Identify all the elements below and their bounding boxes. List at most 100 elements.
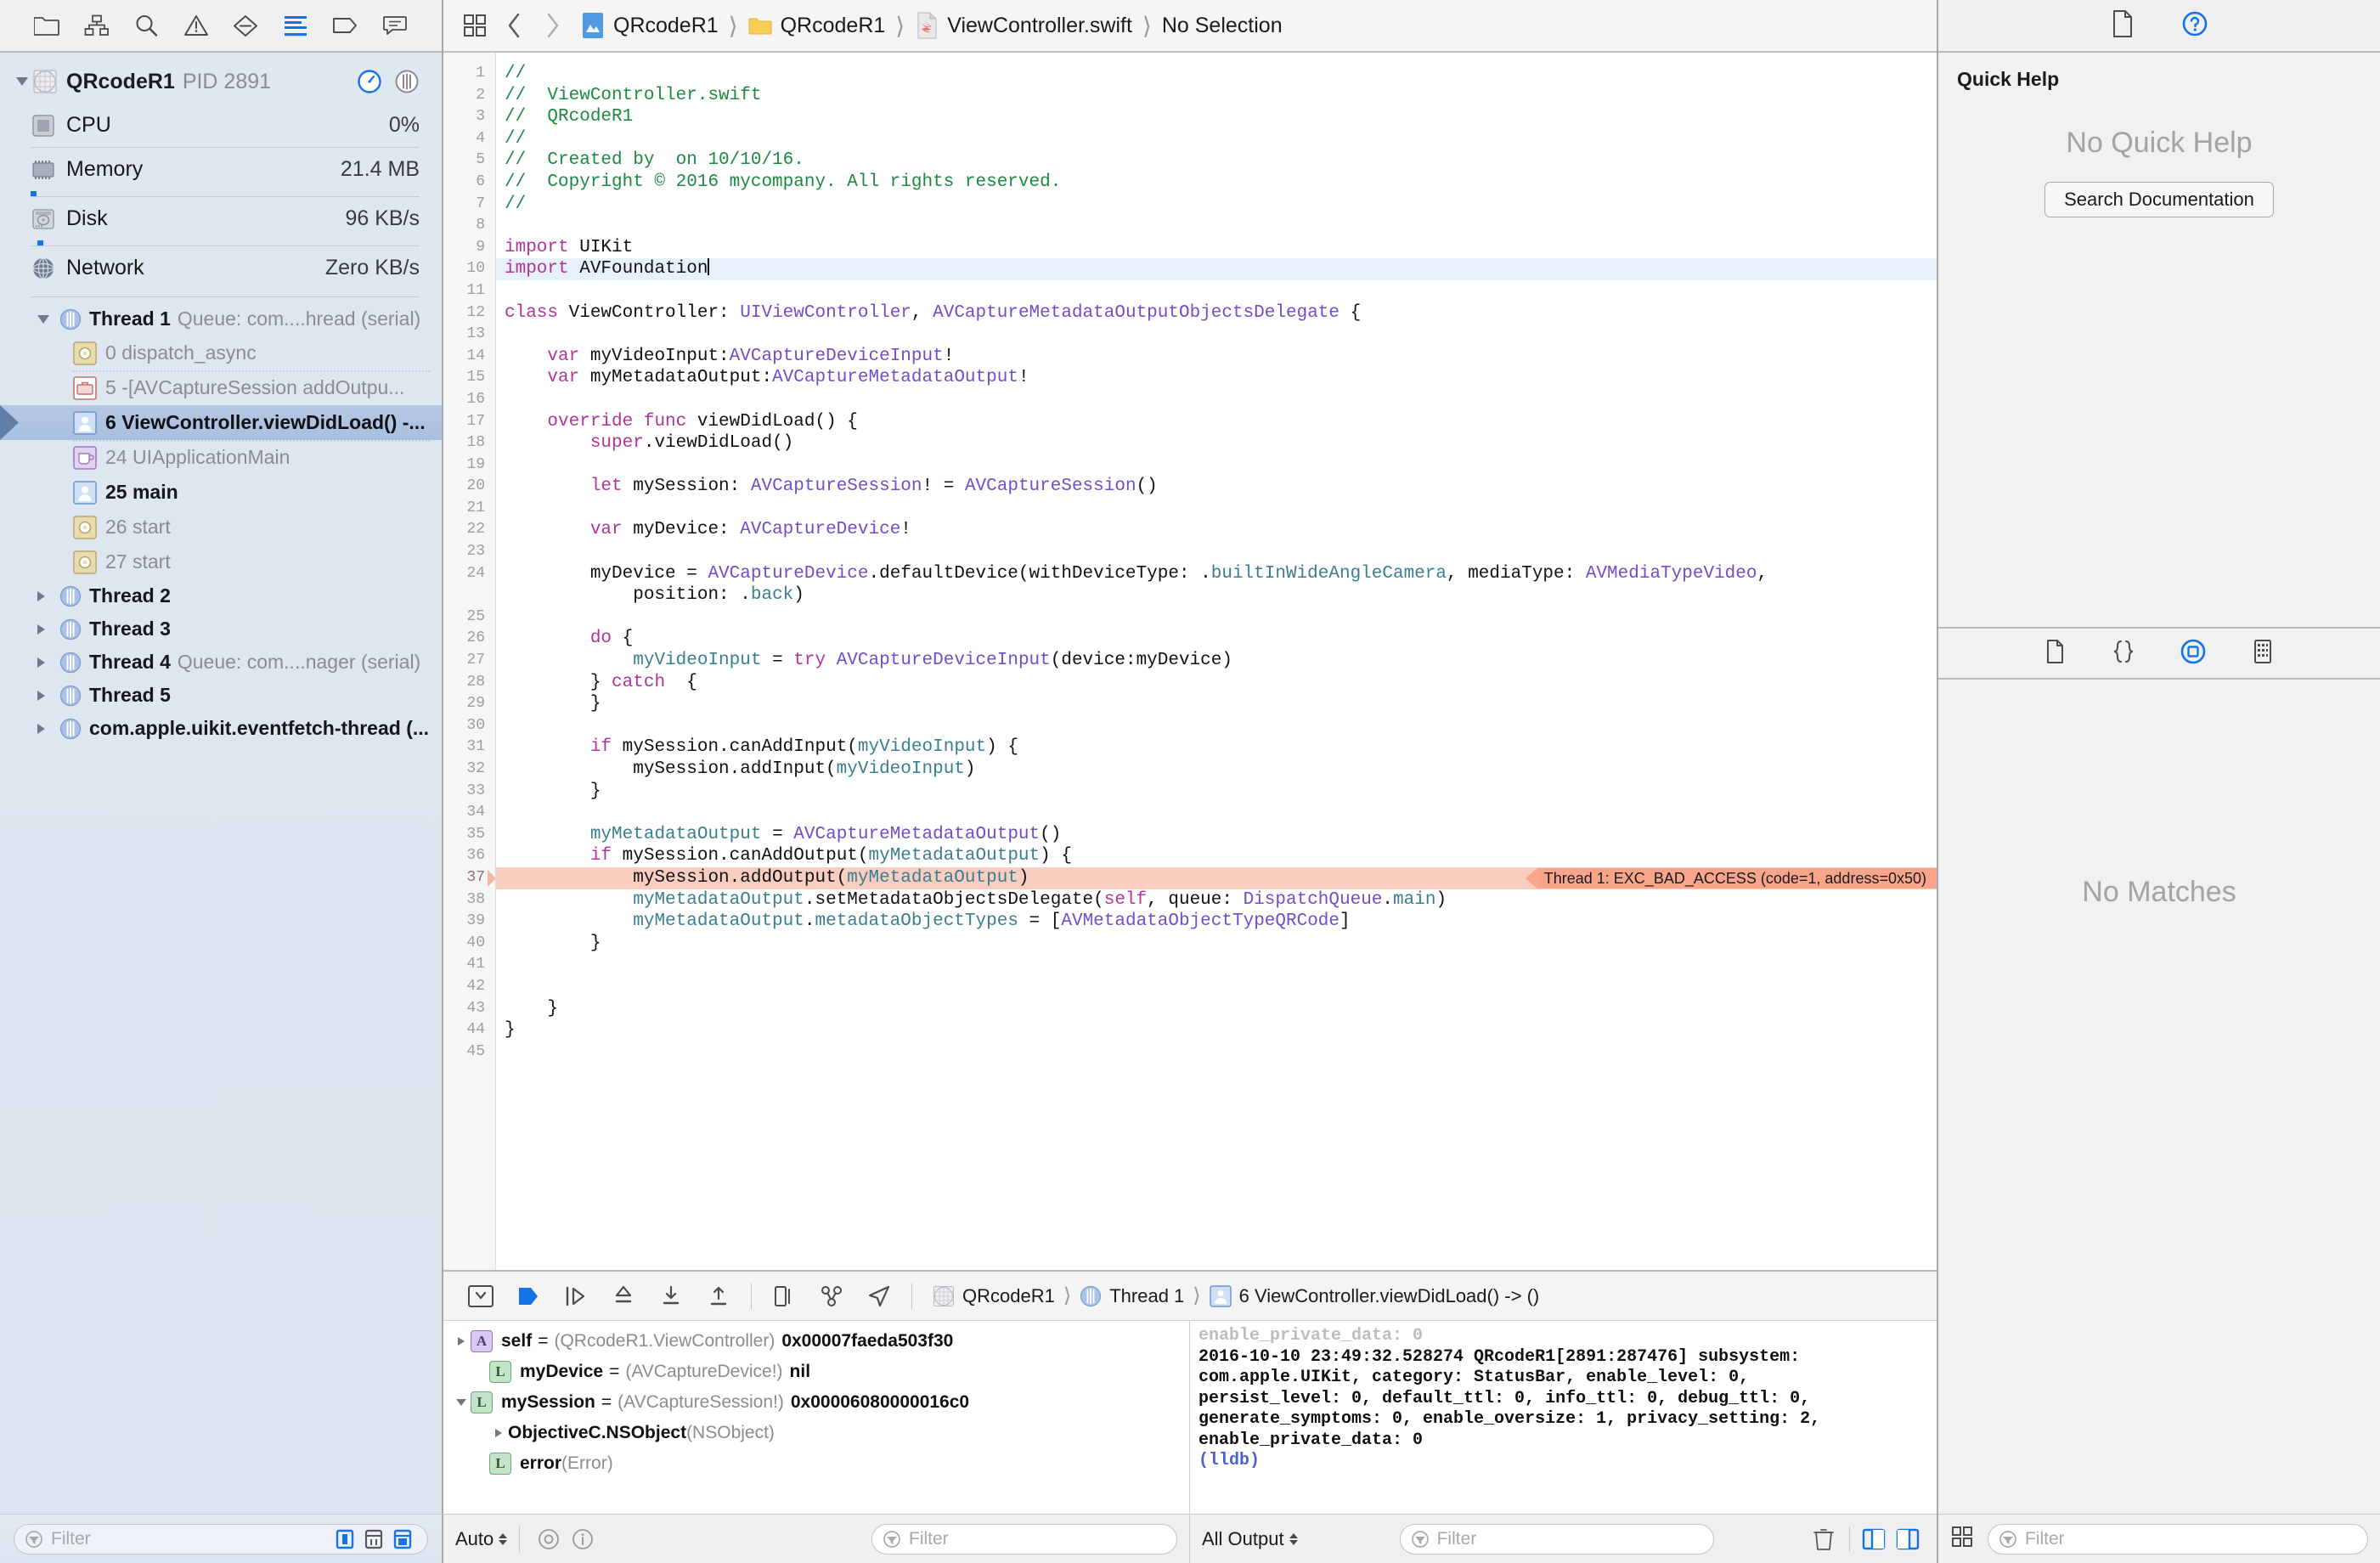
related-items-icon[interactable] — [455, 6, 494, 45]
hierarchy-icon[interactable] — [78, 8, 116, 42]
code-line[interactable]: var myDevice: AVCaptureDevice! — [496, 519, 1937, 541]
breadcrumb-folder[interactable]: QRcodeR1 — [748, 12, 885, 39]
quick-help-inspector-icon[interactable] — [2181, 10, 2208, 42]
step-over-icon[interactable] — [552, 1276, 600, 1317]
line-number[interactable]: 10 — [443, 258, 495, 280]
show-console-icon[interactable] — [1891, 1519, 1925, 1560]
line-number[interactable]: 14 — [443, 346, 495, 368]
step-out-icon[interactable] — [647, 1276, 695, 1317]
variable-disclosure-triangle[interactable] — [489, 1429, 508, 1437]
file-inspector-icon[interactable] — [2110, 9, 2135, 42]
debug-list-icon[interactable] — [277, 8, 314, 42]
line-number[interactable]: 4 — [443, 128, 495, 150]
view-debugging-icon[interactable] — [760, 1276, 808, 1317]
code-line[interactable] — [496, 498, 1937, 520]
hide-debug-area-icon[interactable] — [457, 1276, 505, 1317]
line-number[interactable]: 40 — [443, 933, 495, 955]
navigator-filter-input[interactable]: Filter — [14, 1523, 428, 1555]
stack-frame-24[interactable]: 24 UIApplicationMain — [0, 440, 442, 475]
code-line[interactable] — [496, 802, 1937, 824]
runtime-error-badge[interactable]: Thread 1: EXC_BAD_ACCESS (code=1, addres… — [1537, 867, 1937, 889]
speech-bubble-icon[interactable] — [376, 8, 414, 42]
thread-row-4[interactable]: Thread 4 Queue: com....nager (serial) — [0, 646, 442, 679]
step-into-icon[interactable] — [600, 1276, 647, 1317]
line-number[interactable]: 1 — [443, 63, 495, 85]
stack-frame-6[interactable]: 6 ViewController.viewDidLoad() -... — [0, 405, 442, 440]
code-line[interactable]: // ViewController.swift — [496, 85, 1937, 107]
stack-frame-25[interactable]: 25 main — [0, 475, 442, 510]
line-number[interactable]: 39 — [443, 911, 495, 933]
stack-frame-27[interactable]: 27 start — [0, 545, 442, 579]
thread-disclosure-triangle[interactable] — [37, 624, 59, 635]
code-line[interactable]: let mySession: AVCaptureSession! = AVCap… — [496, 476, 1937, 498]
line-number[interactable]: 9 — [443, 237, 495, 259]
line-number[interactable]: 22 — [443, 519, 495, 541]
variable-disclosure-triangle[interactable] — [452, 1337, 471, 1346]
step-out-up-icon[interactable] — [695, 1276, 742, 1317]
folder-icon[interactable] — [28, 8, 65, 42]
line-number[interactable]: 17 — [443, 411, 495, 433]
show-all-threads-icon[interactable] — [359, 1525, 388, 1554]
code-line[interactable]: // — [496, 128, 1937, 150]
test-diamond-icon[interactable] — [227, 8, 264, 42]
gauge-row-network[interactable]: Network Zero KB/s — [0, 246, 442, 290]
code-line[interactable]: override func viewDidLoad() { — [496, 411, 1937, 433]
line-number[interactable]: 7 — [443, 194, 495, 216]
line-number[interactable]: 27 — [443, 650, 495, 672]
object-library-icon[interactable] — [2180, 639, 2206, 669]
breadcrumb-selection[interactable]: No Selection — [1162, 14, 1283, 38]
code-line[interactable] — [496, 454, 1937, 477]
code-line[interactable]: if mySession.canAddOutput(myMetadataOutp… — [496, 845, 1937, 867]
show-variables-icon[interactable] — [1857, 1519, 1891, 1560]
code-line[interactable]: super.viewDidLoad() — [496, 432, 1937, 454]
line-number-gutter[interactable]: 1 2 3 4 5 6 7 8 9 10 11 12 13 14 15 16 17 18 19 20 21 22 23 24 2… — [443, 53, 496, 1270]
trash-icon[interactable] — [1805, 1519, 1842, 1560]
line-number[interactable]: 35 — [443, 824, 495, 846]
media-library-icon[interactable] — [2252, 639, 2274, 669]
code-line[interactable]: do { — [496, 628, 1937, 650]
code-line[interactable] — [496, 607, 1937, 629]
line-number[interactable]: 42 — [443, 976, 495, 998]
gauge-row-memory[interactable]: Memory 21.4 MB — [0, 148, 442, 191]
line-number[interactable]: 44 — [443, 1019, 495, 1041]
grid-view-icon[interactable] — [1950, 1525, 1974, 1553]
line-number[interactable]: 36 — [443, 845, 495, 867]
thread-disclosure-triangle[interactable] — [37, 690, 59, 701]
line-number[interactable]: 12 — [443, 302, 495, 324]
stack-frame-5[interactable]: 5 -[AVCaptureSession addOutpu... — [0, 370, 442, 405]
thread-row-2[interactable]: Thread 2 — [0, 579, 442, 612]
stack-frame-0[interactable]: 0 dispatch_async — [0, 336, 442, 370]
line-number[interactable]: 32 — [443, 759, 495, 781]
thread-disclosure-triangle[interactable] — [37, 590, 59, 601]
code-line[interactable]: import AVFoundation — [496, 258, 1937, 280]
code-line[interactable] — [496, 976, 1937, 998]
line-number[interactable]: 5 — [443, 150, 495, 172]
debug-breadcrumb-process[interactable]: QRcodeR1 — [933, 1285, 1055, 1307]
thread-disclosure-triangle[interactable] — [37, 314, 59, 324]
line-number[interactable]: 21 — [443, 498, 495, 520]
code-line[interactable]: if mySession.canAddInput(myVideoInput) { — [496, 736, 1937, 759]
line-number[interactable]: 30 — [443, 715, 495, 737]
line-number[interactable]: 34 — [443, 802, 495, 824]
source-editor[interactable]: 1 2 3 4 5 6 7 8 9 10 11 12 13 14 15 16 17 18 19 20 21 22 23 24 2… — [443, 53, 1937, 1270]
variable-row[interactable]: Lerror (Error) — [443, 1448, 1189, 1479]
continue-icon[interactable] — [505, 1276, 552, 1317]
variable-row[interactable]: ObjectiveC.NSObject (NSObject) — [443, 1418, 1189, 1448]
line-number[interactable]: 38 — [443, 889, 495, 911]
memory-graph-icon[interactable] — [808, 1276, 855, 1317]
info-icon[interactable] — [566, 1519, 600, 1560]
show-stack-frames-icon[interactable] — [388, 1525, 417, 1554]
code-line[interactable]: } — [496, 933, 1937, 955]
code-line[interactable] — [496, 1041, 1937, 1064]
line-number[interactable]: 8 — [443, 215, 495, 237]
code-line[interactable]: // — [496, 63, 1937, 85]
code-line[interactable]: myDevice = AVCaptureDevice.defaultDevice… — [496, 563, 1937, 585]
code-line[interactable]: } — [496, 1019, 1937, 1041]
line-number[interactable]: 45 — [443, 1041, 495, 1064]
line-number[interactable]: 6 — [443, 172, 495, 194]
code-snippet-library-icon[interactable] — [2112, 639, 2135, 669]
library-filter-input[interactable]: Filter — [1988, 1523, 2368, 1555]
line-number[interactable]: 18 — [443, 432, 495, 454]
breadcrumb-project[interactable]: QRcodeR1 — [581, 12, 719, 39]
code-line[interactable]: myVideoInput = try AVCaptureDeviceInput(… — [496, 650, 1937, 672]
